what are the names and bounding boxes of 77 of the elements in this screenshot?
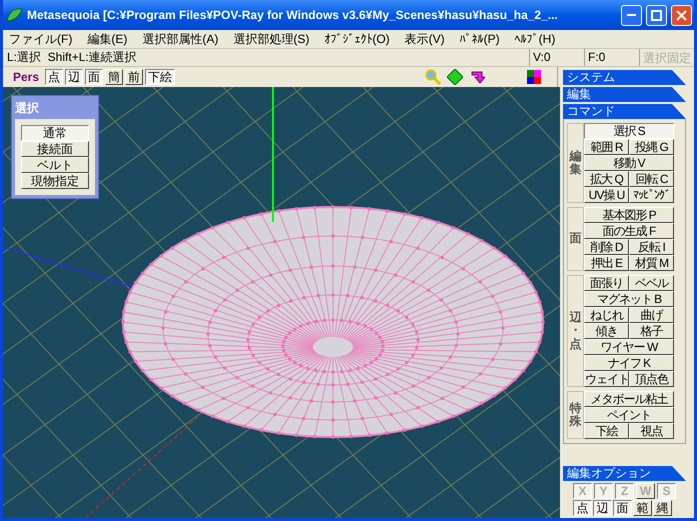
menu-item[interactable]: 編集(E)	[87, 30, 128, 48]
view-toggle-button[interactable]: 前	[125, 69, 144, 85]
close-icon	[676, 10, 687, 20]
menu-item[interactable]: 選択部属性(A)	[142, 30, 218, 48]
command-button[interactable]: メタボール粘土	[584, 391, 674, 407]
menu-item[interactable]: ﾊﾟﾈﾙ(P)	[460, 30, 500, 48]
edit-mode-button[interactable]: 面	[613, 500, 632, 516]
command-button[interactable]: 回転 C	[629, 171, 674, 187]
face-count: F:0	[584, 49, 639, 66]
minimize-icon	[627, 14, 636, 16]
command-button[interactable]: ウェイト	[584, 371, 629, 387]
select-panel-title: 選択	[15, 100, 40, 117]
command-button[interactable]: 面張り	[584, 275, 629, 291]
select-mode-button[interactable]: 現物指定	[21, 173, 89, 189]
panel-header[interactable]: 編集	[563, 87, 686, 102]
group-label: 辺・点	[570, 311, 582, 351]
view-toggle-button[interactable]: 辺	[65, 69, 84, 85]
command-button[interactable]: 曲げ	[629, 307, 674, 323]
menu-item[interactable]: ｵﾌﾞｼﾞｪｸﾄ(O)	[324, 30, 390, 48]
command-button[interactable]: UV操 U	[584, 187, 629, 203]
command-button[interactable]: 視点	[629, 423, 674, 439]
command-button[interactable]: 傾き	[584, 323, 629, 339]
command-button[interactable]: 面の生成 F	[584, 223, 674, 239]
panel-header[interactable]: コマンド	[563, 104, 686, 119]
command-button[interactable]: 移動 V	[584, 155, 674, 171]
command-button[interactable]: ねじれ	[584, 307, 629, 323]
menu-item[interactable]: 選択部処理(S)	[233, 30, 310, 48]
command-button[interactable]: 格子	[629, 323, 674, 339]
maximize-icon	[651, 10, 662, 20]
viewport-3d-drawing[interactable]	[3, 87, 560, 518]
edit-mode-button[interactable]: 範	[633, 500, 652, 516]
edit-mode-button[interactable]: 点	[573, 500, 592, 516]
command-button[interactable]: ベベル	[629, 275, 674, 291]
command-button[interactable]: マグネット B	[584, 291, 674, 307]
view-toggle-button[interactable]: 簡	[105, 69, 124, 85]
view-toggle-button[interactable]: 点	[45, 69, 64, 85]
command-button[interactable]: 頂点色	[629, 371, 674, 387]
move-icon[interactable]	[447, 69, 463, 85]
command-button[interactable]: ﾏｯﾋﾟﾝｸﾞ	[629, 187, 674, 203]
menu-item[interactable]: ﾍﾙﾌﾟ(H)	[514, 30, 556, 48]
command-button[interactable]: ナイフ K	[584, 355, 674, 371]
edit-mode-button[interactable]: 縄	[653, 500, 672, 516]
command-button[interactable]: 拡大 Q	[584, 171, 629, 187]
window-title: Metasequoia [C:¥Program Files¥POV-Ray for Windows v3.6¥My_Scenes¥hasu¥hasu_ha_2_...	[27, 7, 559, 24]
command-button[interactable]: 下絵	[584, 423, 629, 439]
minimize-button[interactable]	[621, 4, 642, 26]
view-toggle-button[interactable]: 下絵	[145, 69, 176, 85]
command-button[interactable]: ワイヤー W	[584, 339, 674, 355]
command-button[interactable]: 範囲 R	[584, 139, 629, 155]
close-button[interactable]	[671, 4, 692, 26]
command-button[interactable]: 押出 E	[584, 255, 629, 271]
command-button[interactable]: 削除 D	[584, 239, 629, 255]
command-button[interactable]: 反転 I	[629, 239, 674, 255]
command-button[interactable]: 選択 S	[584, 123, 674, 139]
command-button[interactable]: ペイント	[584, 407, 674, 423]
maximize-button[interactable]	[646, 4, 667, 26]
group-label: 特殊	[570, 402, 582, 428]
menu-item[interactable]: 表示(V)	[404, 30, 445, 48]
select-mode-button[interactable]: ベルト	[21, 157, 89, 173]
rotate-icon[interactable]	[469, 69, 485, 85]
group-label: 面	[570, 232, 582, 246]
color-grid-icon[interactable]	[527, 70, 541, 84]
vertex-count: V:0	[529, 49, 584, 66]
select-mode-button[interactable]: 接続面	[21, 141, 89, 157]
edit-mode-button[interactable]: 辺	[593, 500, 612, 516]
projection-label: Pers	[13, 69, 40, 86]
menu-item[interactable]: ファイル(F)	[9, 30, 72, 48]
command-button[interactable]: 基本図形 P	[584, 207, 674, 223]
status-hint: L:選択 Shift+L:連続選択	[6, 49, 138, 66]
select-mode-button[interactable]: 通常	[21, 125, 89, 141]
command-button[interactable]: 材質 M	[629, 255, 674, 271]
group-label: 編集	[570, 150, 582, 176]
panel-header[interactable]: 編集オプション	[563, 466, 686, 481]
leaf-icon	[5, 7, 23, 23]
view-toggle-button[interactable]: 面	[85, 69, 104, 85]
panel-header[interactable]: システム	[563, 70, 686, 85]
command-button[interactable]: 投縄 G	[629, 139, 674, 155]
